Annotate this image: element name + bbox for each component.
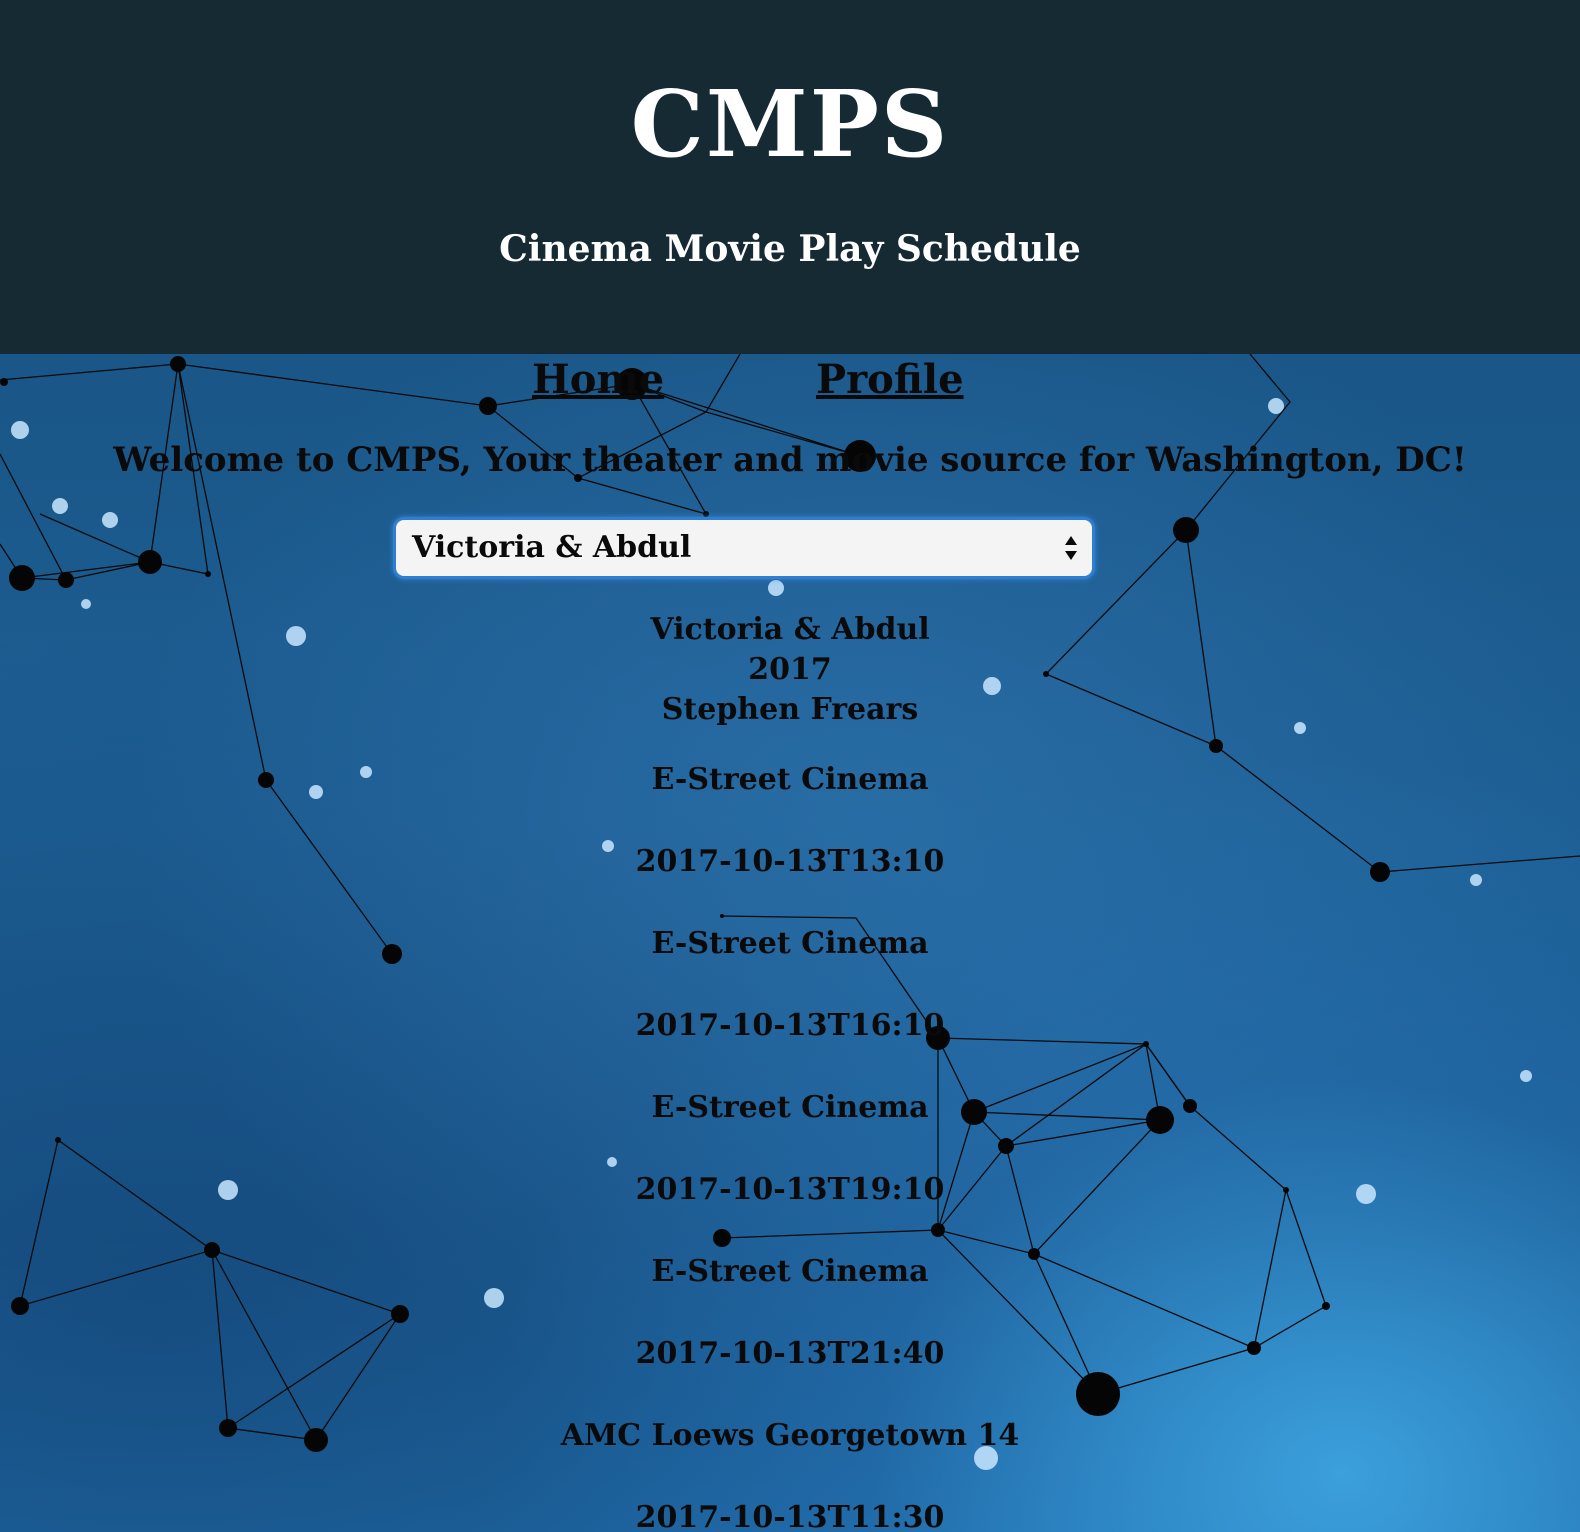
site-header: CMPS Cinema Movie Play Schedule: [0, 0, 1580, 354]
nav-home-link[interactable]: Home: [532, 354, 664, 406]
showings-list: E-Street Cinema 2017-10-13T13:10 E-Stree…: [0, 760, 1580, 1532]
showing-time: 2017-10-13T21:40: [635, 1336, 945, 1371]
site-logo: CMPS: [630, 70, 950, 178]
main-nav: Home Profile: [0, 354, 1580, 410]
nav-profile-link[interactable]: Profile: [816, 354, 964, 406]
movie-select-value: Victoria & Abdul: [412, 530, 692, 565]
movie-director: Stephen Frears: [661, 692, 919, 727]
showing-time: 2017-10-13T11:30: [635, 1500, 945, 1532]
movie-details: Victoria & Abdul 2017 Stephen Frears E-S…: [0, 610, 1580, 1532]
movie-info: Victoria & Abdul 2017 Stephen Frears: [0, 610, 1580, 730]
showing-theater: E-Street Cinema: [651, 1254, 929, 1289]
movie-select[interactable]: Victoria & Abdul: [396, 520, 1092, 576]
showing-theater: E-Street Cinema: [651, 1090, 929, 1125]
movie-year: 2017: [748, 652, 832, 687]
welcome-message: Welcome to CMPS, Your theater and movie …: [113, 440, 1467, 480]
showing-theater: E-Street Cinema: [651, 762, 929, 797]
main-content: Home Profile Welcome to CMPS, Your theat…: [0, 354, 1580, 1532]
showing-theater: AMC Loews Georgetown 14: [560, 1418, 1020, 1453]
showing-time: 2017-10-13T13:10: [635, 844, 945, 879]
showing-theater: E-Street Cinema: [651, 926, 929, 961]
showing-time: 2017-10-13T19:10: [635, 1172, 945, 1207]
select-arrows-icon: [1065, 536, 1077, 560]
site-subtitle: Cinema Movie Play Schedule: [499, 228, 1081, 270]
showing-time: 2017-10-13T16:10: [635, 1008, 945, 1043]
movie-title: Victoria & Abdul: [650, 612, 930, 647]
